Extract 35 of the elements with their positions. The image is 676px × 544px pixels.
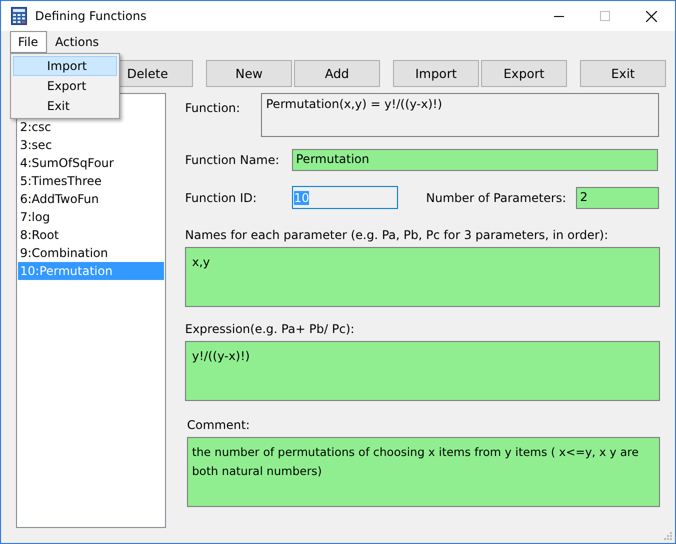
- toolbar-button[interactable]: New: [206, 60, 292, 87]
- field-label: Function:: [185, 101, 242, 115]
- field-label: Function ID:: [185, 190, 258, 204]
- input-field[interactable]: 2: [576, 186, 659, 208]
- input-field[interactable]: Permutation: [292, 149, 658, 171]
- list-item[interactable]: 3:sec: [18, 136, 164, 154]
- toolbar-button[interactable]: Import: [393, 60, 479, 87]
- list-item[interactable]: 8:Root: [18, 226, 164, 244]
- list-item[interactable]: 7:log: [18, 208, 164, 226]
- menu-item[interactable]: Exit: [13, 96, 117, 116]
- list-item[interactable]: 5:TimesThree: [18, 172, 164, 190]
- menu-item[interactable]: Import: [13, 56, 117, 76]
- toolbar-button[interactable]: Export: [481, 60, 567, 87]
- toolbar-button[interactable]: Exit: [580, 60, 666, 87]
- input-field[interactable]: y!/((y-x)!): [185, 341, 660, 401]
- toolbar-button[interactable]: Add: [294, 60, 380, 87]
- window-title: Defining Functions: [35, 9, 146, 23]
- resize-grip-icon[interactable]: [664, 532, 672, 540]
- menu-item[interactable]: File: [10, 31, 48, 53]
- function-display: Permutation(x,y) = y!/((y-x)!): [261, 93, 659, 137]
- list-item[interactable]: 9:Combination: [18, 244, 164, 262]
- selected-text: 10: [294, 190, 310, 204]
- input-field[interactable]: x,y: [185, 247, 660, 307]
- field-label: Expression(e.g. Pa+ Pb/ Pc):: [185, 322, 356, 336]
- field-label: Number of Parameters:: [426, 190, 568, 204]
- field-label: Comment:: [187, 418, 251, 432]
- input-field[interactable]: the number of permutations of choosing x items from y items ( x<=y, x y are both natural numbers): [187, 437, 660, 507]
- close-icon[interactable]: [646, 10, 657, 22]
- list-item[interactable]: 2:csc: [18, 118, 164, 136]
- field-label: Names for each parameter (e.g. Pa, Pb, Pc for 3 parameters, in order):: [185, 228, 610, 242]
- list-item[interactable]: 4:SumOfSqFour: [18, 154, 164, 172]
- field-label: Function Name:: [185, 153, 280, 167]
- menu-item[interactable]: Actions: [47, 31, 108, 53]
- list-item[interactable]: 6:AddTwoFun: [18, 190, 164, 208]
- calculator-icon: [11, 7, 27, 25]
